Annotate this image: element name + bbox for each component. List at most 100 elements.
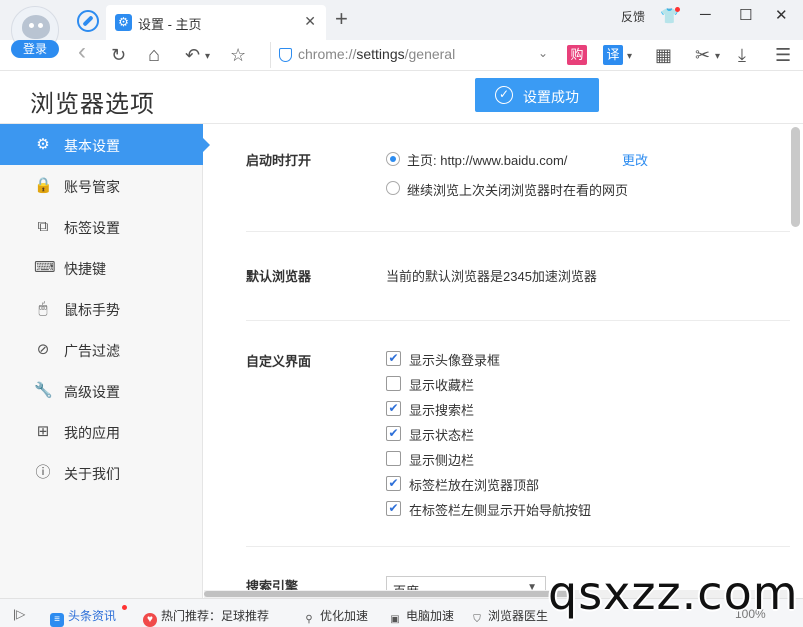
- shield-icon: ⛉: [473, 614, 481, 625]
- settings-content: 启动时打开 主页: http://www.baidu.com/ 更改 继续浏览上…: [204, 124, 790, 598]
- address-bar[interactable]: chrome://settings/general ⌄: [270, 42, 554, 68]
- sidebar-item-label: 快捷键: [64, 261, 106, 277]
- keyboard-icon: ⌨: [34, 259, 56, 276]
- info-icon: ⓘ: [35, 464, 51, 481]
- menu-icon[interactable]: ☰: [775, 43, 791, 67]
- scroll-thumb[interactable]: [204, 591, 570, 597]
- undo-button[interactable]: ↶: [185, 43, 200, 67]
- sidebar-item-label: 标签设置: [64, 220, 120, 236]
- toast-message: 设置成功: [523, 89, 579, 105]
- lock-icon: 🔒: [34, 177, 53, 194]
- checkbox-avatar-login[interactable]: ✔: [386, 351, 401, 366]
- sidebar-toggle-button[interactable]: |▷: [13, 607, 25, 621]
- shopping-button[interactable]: 购: [567, 45, 587, 65]
- browser-doctor-button[interactable]: ⛉ 浏览器医生: [470, 607, 548, 627]
- checkbox-label: 显示搜索栏: [409, 403, 475, 418]
- radio-homepage[interactable]: [386, 152, 400, 166]
- page-title: 浏览器选项: [30, 91, 155, 118]
- sidebar-item-label: 广告过滤: [64, 343, 120, 359]
- sidebar-item-apps[interactable]: ⊞ 我的应用: [0, 411, 203, 452]
- sidebar-item-tabs[interactable]: ⧉ 标签设置: [0, 206, 203, 247]
- checkbox-label: 标签栏放在浏览器顶部: [409, 478, 540, 493]
- hot-recommend-link[interactable]: ♥ 热门推荐：足球推荐: [143, 607, 269, 627]
- checkbox-label: 显示头像登录框: [409, 353, 501, 368]
- section-title-startup: 启动时打开: [246, 153, 312, 168]
- watermark: qsxzz.com: [548, 566, 799, 620]
- login-button[interactable]: 登录: [11, 40, 59, 58]
- optimize-button[interactable]: ⚲ 优化加速: [302, 607, 368, 627]
- checkbox-favorites-bar[interactable]: [386, 376, 401, 391]
- title-bar: ⚙ 设置 - 主页 ✕ + 反馈 👕 ─ ☐ ✕: [0, 0, 803, 40]
- mouse-icon: 🖱: [38, 300, 48, 317]
- notification-dot: [675, 7, 680, 12]
- favorite-star-icon[interactable]: ☆: [230, 43, 246, 67]
- sidebar-item-label: 账号管家: [64, 179, 120, 195]
- pc-boost-button[interactable]: ▣ 电脑加速: [388, 607, 454, 627]
- heart-icon: ♥: [143, 613, 157, 627]
- home-button[interactable]: ⌂: [148, 43, 160, 67]
- close-button[interactable]: ✕: [775, 6, 788, 24]
- download-icon[interactable]: ⤓: [738, 43, 746, 67]
- rocket-icon: ⚲: [305, 614, 313, 625]
- feedback-link[interactable]: 反馈: [621, 8, 645, 25]
- divider: [246, 320, 790, 321]
- scroll-thumb[interactable]: [791, 127, 800, 227]
- refresh-button[interactable]: ↻: [111, 43, 126, 67]
- address-dropdown-icon[interactable]: ⌄: [538, 46, 548, 60]
- block-icon: ⊘: [36, 341, 50, 358]
- section-title-customize: 自定义界面: [246, 354, 312, 369]
- sidebar-item-label: 我的应用: [64, 425, 120, 441]
- avatar-eye: [29, 23, 34, 28]
- back-button[interactable]: ‹: [78, 40, 86, 64]
- shield-icon: [279, 48, 292, 62]
- checkbox-label: 显示侧边栏: [409, 453, 475, 468]
- sidebar-item-basic[interactable]: ⚙ 基本设置: [0, 124, 210, 165]
- radio-label: 主页: http://www.baidu.com/: [407, 153, 568, 168]
- tab-settings[interactable]: ⚙ 设置 - 主页 ✕: [106, 5, 326, 40]
- sidebar-item-gestures[interactable]: 🖱 鼠标手势: [0, 288, 203, 329]
- sidebar-item-advanced[interactable]: 🔧 高级设置: [0, 370, 203, 411]
- sidebar-item-label: 鼠标手势: [64, 302, 120, 318]
- avatar-eye: [38, 23, 43, 28]
- checkbox-side-bar[interactable]: [386, 451, 401, 466]
- divider: [246, 231, 790, 232]
- maximize-button[interactable]: ☐: [739, 6, 752, 24]
- sidebar-item-accounts[interactable]: 🔒 账号管家: [0, 165, 203, 206]
- sidebar-item-label: 高级设置: [64, 384, 120, 400]
- compass-icon[interactable]: [77, 10, 99, 32]
- radio-label: 继续浏览上次关闭浏览器时在看的网页: [407, 183, 629, 198]
- notification-dot: [122, 605, 127, 610]
- change-homepage-link[interactable]: 更改: [622, 150, 648, 169]
- radio-continue-session[interactable]: [386, 181, 400, 195]
- apps-icon: ⊞: [36, 423, 50, 440]
- apps-grid-icon[interactable]: ▦: [655, 43, 672, 67]
- sidebar-item-about[interactable]: ⓘ 关于我们: [0, 452, 203, 493]
- avatar-face: [22, 15, 50, 39]
- divider: [246, 546, 790, 547]
- new-tab-button[interactable]: +: [335, 8, 348, 30]
- chevron-down-icon[interactable]: ▾: [205, 45, 210, 69]
- chevron-down-icon[interactable]: ▾: [715, 45, 720, 69]
- tab-close-button[interactable]: ✕: [304, 13, 316, 30]
- success-toast: ✓ 设置成功: [475, 78, 599, 112]
- url-text[interactable]: chrome://settings/general: [298, 46, 455, 62]
- checkbox-label: 在标签栏左侧显示开始导航按钮: [409, 503, 592, 518]
- tabs-icon: ⧉: [37, 218, 49, 235]
- chevron-down-icon[interactable]: ▾: [627, 45, 632, 69]
- sidebar-item-shortcuts[interactable]: ⌨ 快捷键: [0, 247, 203, 288]
- minimize-button[interactable]: ─: [700, 6, 711, 23]
- checkbox-status-bar[interactable]: ✔: [386, 426, 401, 441]
- section-title-default-browser: 默认浏览器: [246, 269, 312, 284]
- default-browser-text: 当前的默认浏览器是2345加速浏览器: [386, 269, 597, 284]
- news-link[interactable]: ≡ 头条资讯: [50, 607, 116, 627]
- checkbox-tabs-top[interactable]: ✔: [386, 476, 401, 491]
- vertical-scrollbar[interactable]: [790, 124, 803, 598]
- gear-icon: ⚙: [36, 136, 50, 153]
- translate-button[interactable]: 译: [603, 45, 623, 65]
- checkbox-label: 显示收藏栏: [409, 378, 475, 393]
- gear-icon: ⚙: [115, 14, 132, 31]
- checkbox-start-nav-button[interactable]: ✔: [386, 501, 401, 516]
- screenshot-scissors-icon[interactable]: ✂: [695, 43, 710, 67]
- sidebar-item-adblock[interactable]: ⊘ 广告过滤: [0, 329, 203, 370]
- checkbox-search-bar[interactable]: ✔: [386, 401, 401, 416]
